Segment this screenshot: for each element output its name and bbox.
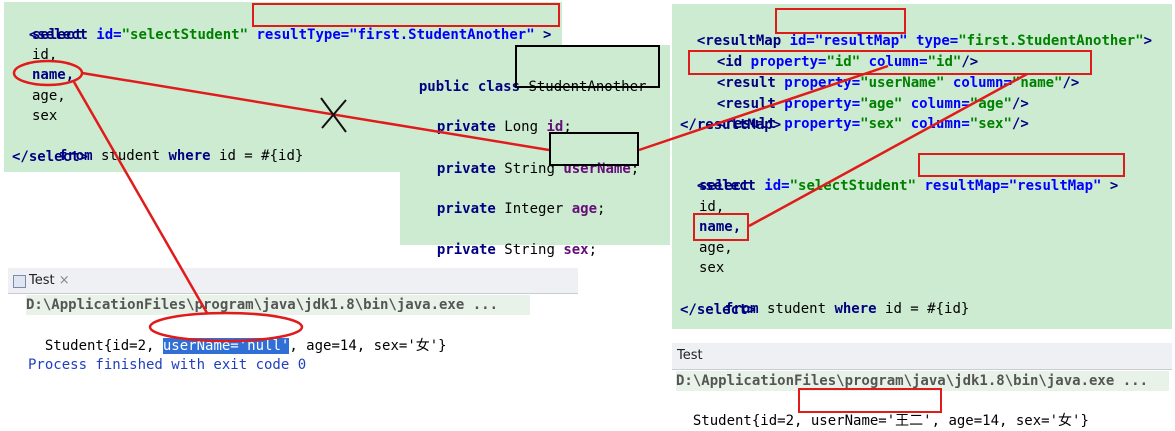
null-username-ellipse	[148, 311, 304, 343]
username-field-to-mapping-line	[638, 64, 889, 152]
column-to-name-line	[748, 72, 1028, 228]
name-to-username-line	[81, 71, 550, 152]
annotation-overlay	[12, 59, 1028, 343]
left-name-ellipse	[12, 59, 84, 87]
name-to-null-line	[72, 81, 209, 314]
